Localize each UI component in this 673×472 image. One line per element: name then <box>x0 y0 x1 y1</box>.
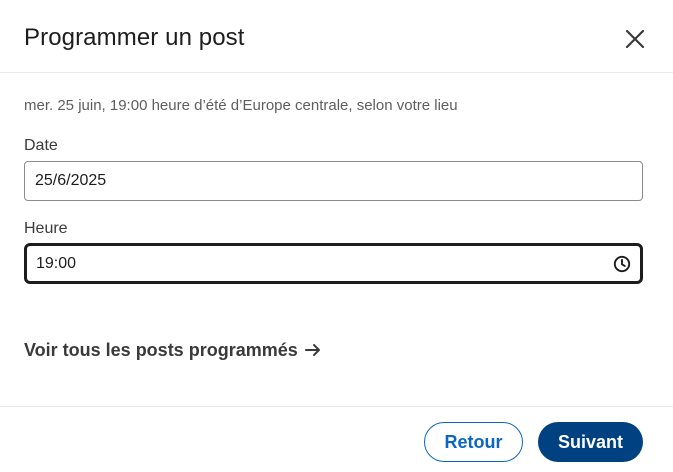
date-field[interactable]: 25/6/2025 <box>24 161 643 201</box>
dialog-title: Programmer un post <box>24 24 245 51</box>
arrow-right-icon <box>304 342 322 358</box>
close-button[interactable] <box>619 23 651 55</box>
timezone-note: mer. 25 juin, 19:00 heure d’été d’Europe… <box>24 97 458 114</box>
date-value: 25/6/2025 <box>35 172 107 189</box>
close-icon <box>624 28 646 50</box>
view-scheduled-posts-link[interactable]: Voir tous les posts programmés <box>24 338 322 362</box>
time-value: 19:00 <box>36 254 77 272</box>
time-field[interactable]: 19:00 <box>24 243 643 284</box>
back-button[interactable]: Retour <box>424 422 523 462</box>
time-label: Heure <box>24 220 68 237</box>
dialog-body: mer. 25 juin, 19:00 heure d’été d’Europe… <box>0 73 673 406</box>
dialog-header: Programmer un post <box>0 0 673 73</box>
clock-icon[interactable] <box>612 254 632 274</box>
dialog-footer: Retour Suivant <box>0 406 673 472</box>
date-label: Date <box>24 137 58 154</box>
schedule-post-dialog: Programmer un post mer. 25 juin, 19:00 h… <box>0 0 673 472</box>
next-button[interactable]: Suivant <box>538 422 643 462</box>
view-scheduled-posts-label: Voir tous les posts programmés <box>24 340 298 360</box>
